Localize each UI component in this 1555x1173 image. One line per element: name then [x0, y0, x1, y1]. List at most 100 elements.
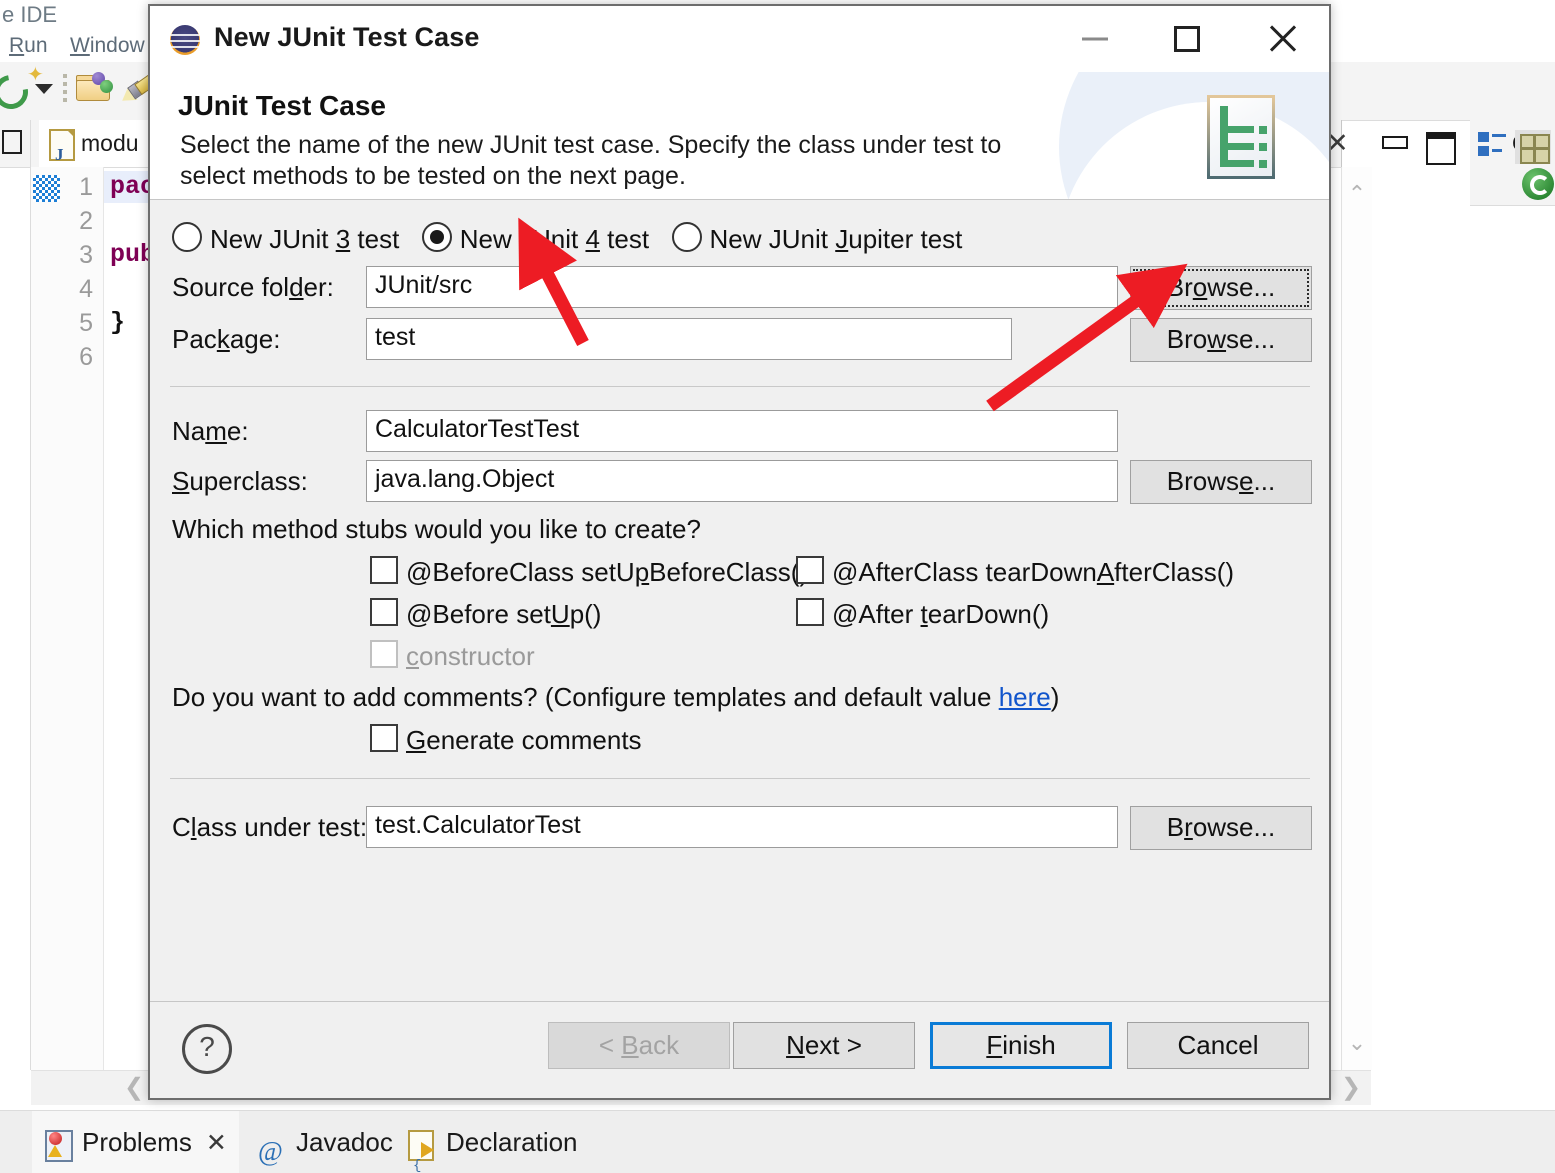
editor-tab-label: modu: [81, 130, 139, 156]
bottom-view-tab-bar: Problems ✕ @ Javadoc { Declaration: [0, 1110, 1555, 1173]
radio-new-junit-4-test[interactable]: New JUnit 4 test: [421, 222, 650, 255]
java-file-icon: J: [49, 129, 75, 164]
class-under-test-input[interactable]: test.CalculatorTest: [366, 806, 1118, 848]
bottom-tab-label: Declaration: [446, 1127, 578, 1157]
grid-icon[interactable]: [1515, 130, 1551, 164]
declaration-icon: {: [408, 1128, 438, 1173]
line-number: 2: [79, 207, 93, 235]
checkbox-box-icon: [370, 640, 398, 668]
superclass-browse-button[interactable]: Browse...: [1130, 460, 1312, 504]
checkbox-box-icon: [370, 556, 398, 584]
bottom-tab-declaration[interactable]: { Declaration: [396, 1111, 590, 1173]
menu-window[interactable]: Window: [61, 30, 154, 62]
checkbox-constructor: constructor: [370, 640, 535, 672]
junit-wizard-banner-icon: [1207, 95, 1275, 179]
configure-templates-link[interactable]: here: [999, 682, 1051, 712]
editor-maximize-icon[interactable]: [1423, 132, 1456, 165]
dialog-title-bar: New JUnit Test Case: [150, 6, 1329, 72]
line-number: 4: [79, 275, 93, 303]
checkbox-after[interactable]: @After tearDown(): [796, 598, 1049, 630]
finish-button[interactable]: Finish: [930, 1022, 1112, 1069]
dialog-body: New JUnit 3 test New JUnit 4 test New JU…: [150, 200, 1329, 1006]
checkbox-box-icon: [796, 598, 824, 626]
help-icon[interactable]: ?: [182, 1024, 232, 1074]
editor-vertical-scrollbar[interactable]: ⌃ ⌄: [1341, 167, 1372, 1070]
editor-gutter-marker-icon: [33, 175, 60, 202]
dialog-footer: ? < Back Next > Finish Cancel: [150, 1001, 1329, 1098]
radio-label: New JUnit: [459, 224, 586, 254]
superclass-label: Superclass:: [172, 466, 308, 496]
comments-question: Do you want to add comments? (Configure …: [172, 682, 1060, 712]
radio-new-junit-3-test[interactable]: New JUnit 3 test: [172, 222, 399, 255]
class-under-test-browse-button[interactable]: Browse...: [1130, 806, 1312, 850]
radio-label-post: test: [350, 224, 400, 254]
toolbar-separator-icon: [61, 70, 71, 104]
line-number: 6: [79, 343, 93, 371]
scroll-up-icon[interactable]: ⌃: [1342, 181, 1372, 207]
line-number: 1: [79, 173, 93, 201]
menu-run[interactable]: Run: [0, 30, 57, 62]
package-input[interactable]: test: [366, 318, 1012, 360]
editor-tab-module-info[interactable]: J modu: [39, 120, 149, 167]
close-button[interactable]: [1237, 6, 1329, 72]
radio-circle-icon: [172, 222, 202, 252]
source-folder-input[interactable]: JUnit/src: [366, 266, 1118, 308]
radio-circle-icon: [671, 222, 702, 252]
refresh-icon[interactable]: [1522, 168, 1554, 200]
bottom-tab-label: Javadoc: [296, 1127, 393, 1157]
outline-body: [1470, 206, 1555, 1070]
checkbox-after-class[interactable]: @AfterClass tearDownAfterClass(): [796, 556, 1234, 588]
dialog-header: JUnit Test Case Select the name of the n…: [150, 72, 1329, 200]
bottom-tab-label: Problems: [82, 1127, 192, 1157]
minimize-button[interactable]: [1049, 6, 1141, 72]
outline-view: Ou: [1470, 120, 1555, 1070]
checkbox-before-class[interactable]: @BeforeClass setUpBeforeClass(): [370, 556, 808, 588]
javadoc-at-icon: @: [258, 1136, 283, 1166]
next-button[interactable]: Next >: [733, 1022, 915, 1069]
divider: [170, 778, 1310, 779]
close-icon[interactable]: ✕: [206, 1112, 227, 1173]
radio-circle-icon: [421, 222, 452, 252]
package-browse-button[interactable]: Browse...: [1130, 318, 1312, 362]
new-java-package-icon[interactable]: [75, 71, 115, 103]
radio-new-junit-jupiter-test[interactable]: New JUnit Jupiter test: [671, 222, 963, 255]
problems-icon: [44, 1128, 74, 1162]
line-number: 3: [79, 241, 93, 269]
editor-minimize-icon[interactable]: [1379, 132, 1408, 156]
editor-line-number-ruler: 1 2 3 4 5 6: [31, 167, 104, 1070]
page-title: JUnit Test Case: [178, 90, 386, 121]
superclass-input[interactable]: java.lang.Object: [366, 460, 1118, 502]
package-label: Package:: [172, 324, 281, 354]
radio-mnemonic: J: [835, 224, 849, 254]
scroll-right-icon[interactable]: ❯: [1336, 1073, 1366, 1103]
run-last-tool-icon[interactable]: [0, 68, 35, 116]
radio-label-post: test: [599, 224, 650, 254]
checkbox-before[interactable]: @Before setUp(): [370, 598, 601, 630]
screen-root: e IDE Run Window J modu ✕ 1 2 3 4 5 6 pa…: [0, 0, 1555, 1173]
method-stubs-question: Which method stubs would you like to cre…: [172, 514, 701, 544]
outline-icon: [1478, 131, 1506, 157]
checkbox-box-icon: [370, 724, 398, 752]
junit-version-radio-group: New JUnit 3 test New JUnit 4 test New JU…: [172, 222, 980, 255]
package-explorer-tab[interactable]: [0, 120, 30, 168]
radio-label-post: upiter test: [848, 224, 963, 254]
checkbox-box-icon: [796, 556, 824, 584]
class-under-test-label: Class under test:: [172, 812, 368, 842]
scroll-down-icon[interactable]: ⌄: [1342, 1030, 1372, 1056]
source-folder-label: Source folder:: [172, 272, 334, 302]
bottom-tab-problems[interactable]: Problems ✕: [32, 1111, 239, 1173]
page-description: Select the name of the new JUnit test ca…: [180, 131, 1002, 190]
maximize-button[interactable]: [1141, 6, 1233, 72]
checkbox-generate-comments[interactable]: Generate comments: [370, 724, 642, 756]
line-number: 5: [79, 309, 93, 337]
name-input[interactable]: CalculatorTestTest: [366, 410, 1118, 452]
bottom-tab-javadoc[interactable]: @ Javadoc: [246, 1111, 405, 1173]
divider: [170, 386, 1310, 387]
dialog-title: New JUnit Test Case: [214, 22, 480, 52]
scroll-left-icon[interactable]: ❮: [119, 1073, 149, 1103]
cancel-button[interactable]: Cancel: [1127, 1022, 1309, 1069]
source-folder-browse-button[interactable]: Browse...: [1130, 266, 1312, 310]
dropdown-caret-icon[interactable]: [30, 72, 56, 102]
radio-mnemonic: 4: [585, 224, 600, 254]
radio-label: New JUnit: [210, 224, 336, 254]
